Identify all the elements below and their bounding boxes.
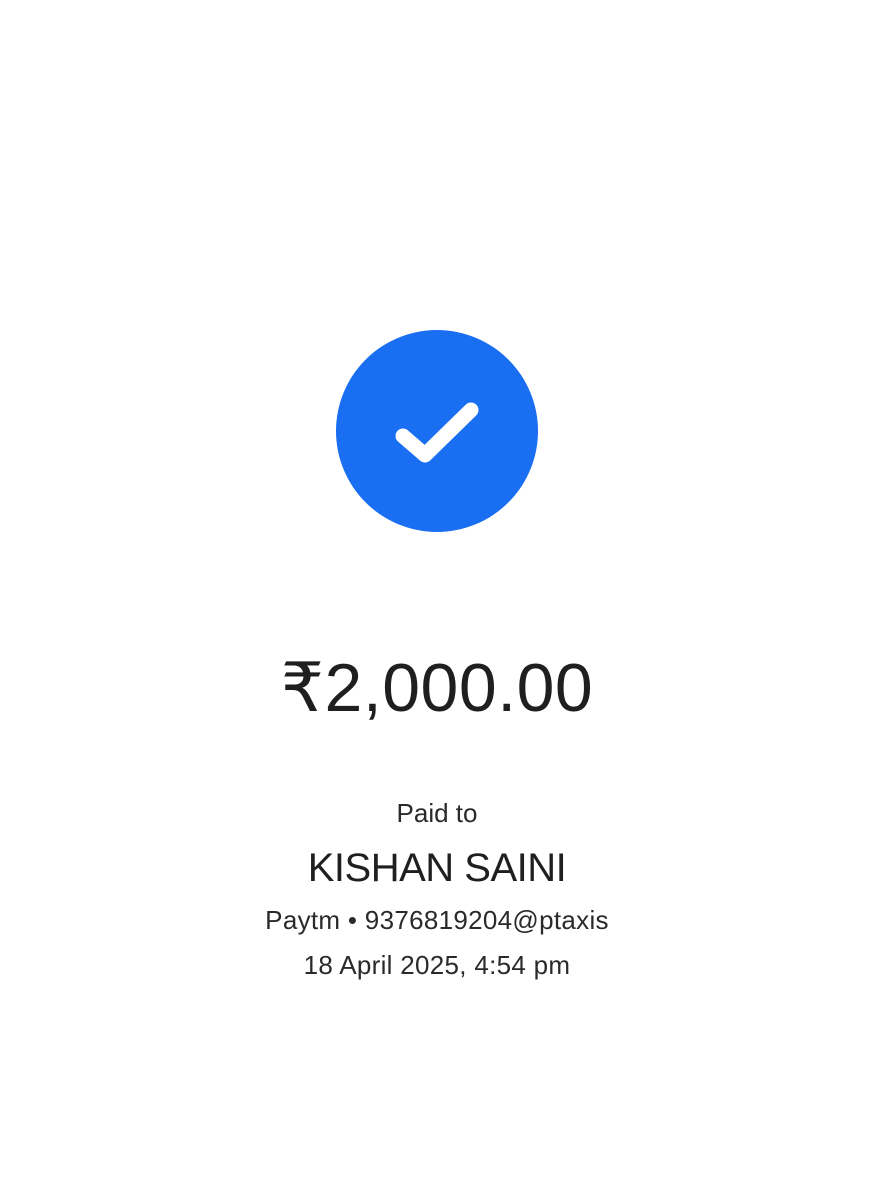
payment-amount: ₹2,000.00 bbox=[280, 650, 594, 726]
success-badge bbox=[336, 330, 538, 532]
payee-name: KISHAN SAINI bbox=[307, 846, 567, 890]
payee-upi-id: Paytm • 9376819204@ptaxis bbox=[265, 905, 609, 935]
payment-timestamp: 18 April 2025, 4:54 pm bbox=[303, 950, 571, 980]
check-icon bbox=[395, 402, 479, 463]
paid-to-label: Paid to bbox=[396, 798, 478, 828]
